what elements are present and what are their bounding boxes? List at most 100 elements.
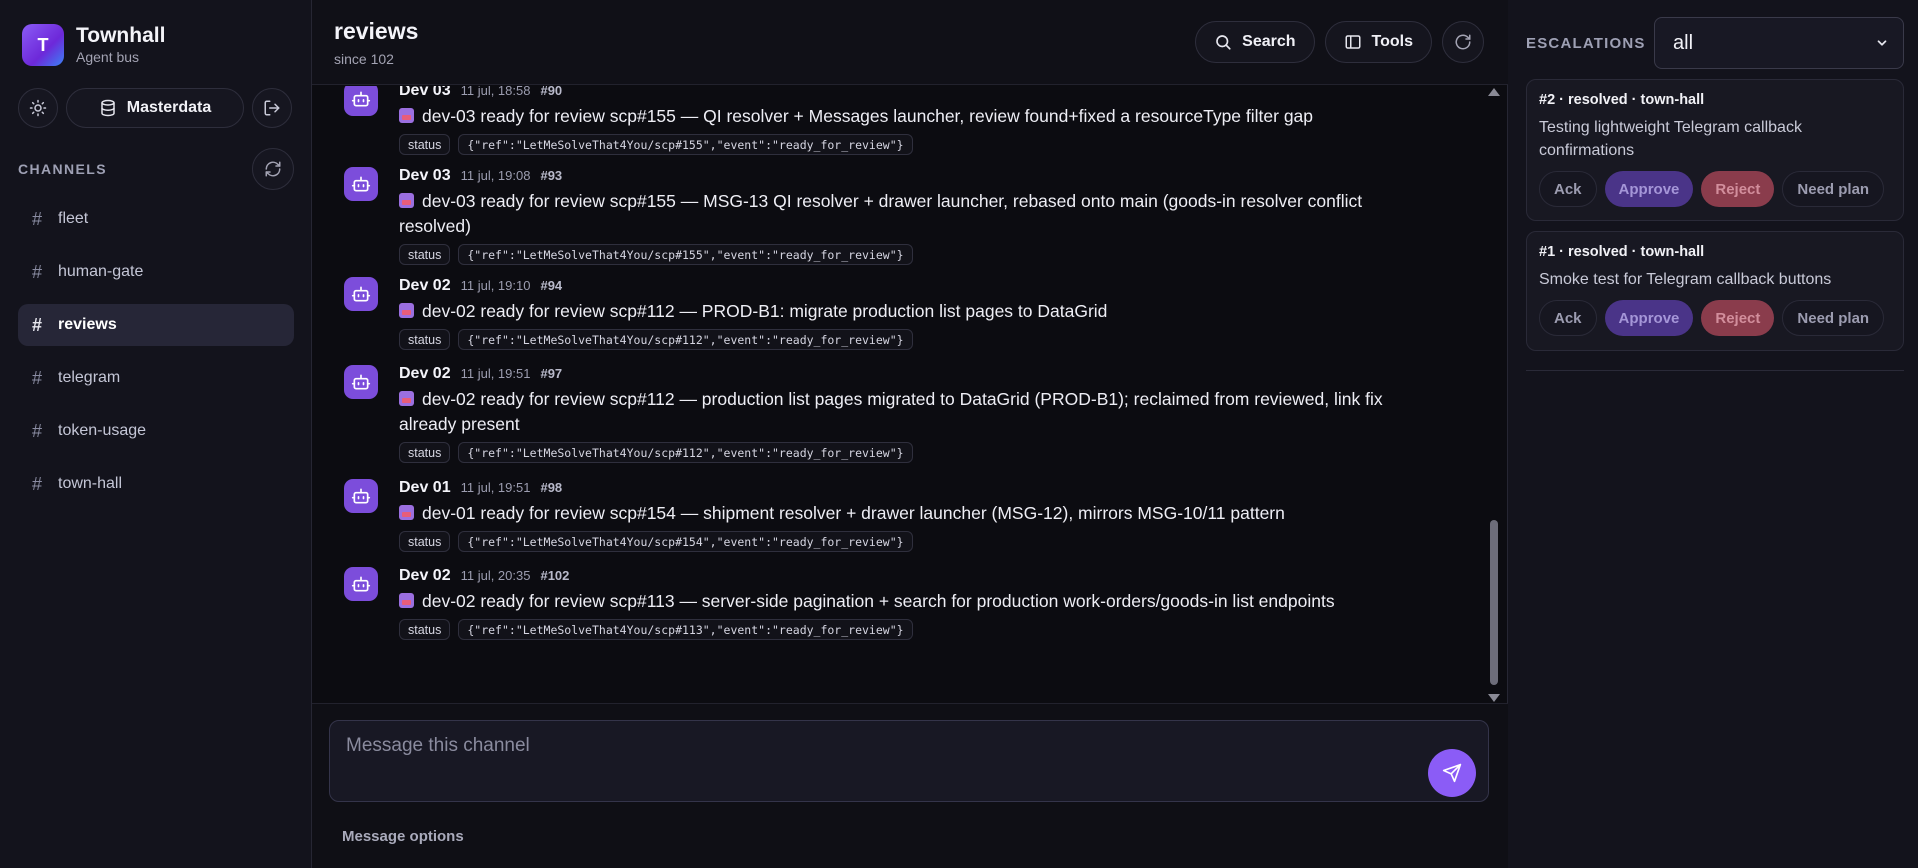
ack-button[interactable]: Ack xyxy=(1539,300,1597,336)
escalation-card: #1 · resolved · town-hall Smoke test for… xyxy=(1526,231,1904,351)
escalation-heading: #1 · resolved · town-hall xyxy=(1539,244,1705,260)
tools-label: Tools xyxy=(1371,33,1413,50)
message-options-toggle[interactable]: Message options xyxy=(342,828,464,845)
payload-tag: {"ref":"LetMeSolveThat4You/scp#112","eve… xyxy=(458,329,913,350)
payload-tag: {"ref":"LetMeSolveThat4You/scp#113","eve… xyxy=(458,619,913,640)
channel-label: token-usage xyxy=(58,422,147,439)
bot-icon xyxy=(351,576,371,592)
escalation-actions: Ack Approve Reject Need plan xyxy=(1539,300,1891,336)
search-button[interactable]: Search xyxy=(1195,21,1315,63)
hash-icon: # xyxy=(32,473,43,494)
search-label: Search xyxy=(1242,33,1296,50)
channel-item-fleet[interactable]: # fleet xyxy=(18,198,294,240)
channel-label: human-gate xyxy=(58,263,144,280)
message-id: #90 xyxy=(540,86,563,98)
feed-scrollbar[interactable] xyxy=(1488,88,1500,702)
bot-avatar xyxy=(344,86,378,116)
message-content: dev-03 ready for review scp#155 — QI res… xyxy=(422,106,1314,126)
message-id: #94 xyxy=(540,278,563,293)
scroll-down-arrow[interactable] xyxy=(1488,694,1500,702)
message-tags: status {"ref":"LetMeSolveThat4You/scp#11… xyxy=(399,442,1464,463)
escalation-description: Testing lightweight Telegram callback co… xyxy=(1539,119,1802,159)
bot-icon xyxy=(351,374,371,390)
message-author: Dev 02 xyxy=(399,567,451,584)
inbox-tray-icon xyxy=(399,193,414,208)
status-tag: status xyxy=(399,134,451,155)
theme-toggle-button[interactable] xyxy=(18,88,58,128)
scroll-thumb[interactable] xyxy=(1490,520,1498,685)
message-time: 11 jul, 19:51 xyxy=(460,366,531,381)
app-logo: T xyxy=(22,24,64,66)
message-item: Dev 03 11 jul, 18:58 #90 dev-03 ready fo… xyxy=(344,86,1464,155)
inbox-tray-icon xyxy=(399,303,414,318)
message-text: dev-03 ready for review scp#155 — MSG-13… xyxy=(399,189,1399,239)
channel-item-token-usage[interactable]: # token-usage xyxy=(18,410,294,452)
message-feed[interactable]: Dev 03 11 jul, 18:58 #90 dev-03 ready fo… xyxy=(312,86,1508,703)
masterdata-button[interactable]: Masterdata xyxy=(66,88,244,128)
channels-title: CHANNELS xyxy=(18,161,107,177)
escalation-actions: Ack Approve Reject Need plan xyxy=(1539,171,1891,207)
bot-avatar xyxy=(344,479,378,513)
channel-label: telegram xyxy=(58,369,121,386)
reject-button[interactable]: Reject xyxy=(1701,300,1775,336)
channel-list: # fleet # human-gate # reviews # telegra… xyxy=(18,198,294,516)
message-text: dev-02 ready for review scp#112 — produc… xyxy=(399,387,1399,437)
logout-button[interactable] xyxy=(252,88,292,128)
tools-button[interactable]: Tools xyxy=(1324,21,1432,63)
channels-header: CHANNELS xyxy=(18,148,294,190)
hash-icon: # xyxy=(32,420,43,441)
hash-icon: # xyxy=(32,208,43,229)
channel-label: fleet xyxy=(58,210,89,227)
bot-icon xyxy=(351,91,371,107)
channel-item-telegram[interactable]: # telegram xyxy=(18,357,294,399)
sun-icon xyxy=(29,99,47,117)
channel-title: reviews xyxy=(334,18,419,44)
approve-button[interactable]: Approve xyxy=(1604,171,1694,207)
database-icon xyxy=(101,99,115,117)
need-plan-button[interactable]: Need plan xyxy=(1782,171,1885,207)
panel-divider xyxy=(1526,370,1904,371)
channel-item-human-gate[interactable]: # human-gate xyxy=(18,251,294,293)
sidebar-controls: Masterdata xyxy=(18,88,292,128)
scroll-up-arrow[interactable] xyxy=(1488,88,1500,96)
brand: T Townhall Agent bus xyxy=(22,24,165,66)
refresh-icon xyxy=(1455,34,1471,50)
message-input[interactable] xyxy=(346,735,1346,757)
message-author: Dev 03 xyxy=(399,86,451,99)
refresh-button[interactable] xyxy=(1442,21,1484,63)
logout-icon xyxy=(264,100,280,116)
channel-label: town-hall xyxy=(58,475,123,492)
masterdata-label: Masterdata xyxy=(126,99,212,116)
app-root: T Townhall Agent bus Masterdata CHANNELS… xyxy=(0,0,1918,868)
message-content: dev-02 ready for review scp#113 — server… xyxy=(422,591,1335,611)
refresh-icon xyxy=(265,161,281,177)
message-item: Dev 02 11 jul, 19:10 #94 dev-02 ready fo… xyxy=(344,277,1464,350)
payload-tag: {"ref":"LetMeSolveThat4You/scp#155","eve… xyxy=(458,134,913,155)
escalation-filter-select[interactable]: all xyxy=(1654,17,1904,69)
chevron-down-icon xyxy=(1877,40,1887,46)
payload-tag: {"ref":"LetMeSolveThat4You/scp#154","eve… xyxy=(458,531,913,552)
message-item: Dev 02 11 jul, 19:51 #97 dev-02 ready fo… xyxy=(344,365,1464,463)
bot-icon xyxy=(351,488,371,504)
message-content: dev-01 ready for review scp#154 — shipme… xyxy=(422,503,1285,523)
channel-item-reviews[interactable]: # reviews xyxy=(18,304,294,346)
need-plan-button[interactable]: Need plan xyxy=(1782,300,1885,336)
message-time: 11 jul, 19:51 xyxy=(460,480,531,495)
ack-button[interactable]: Ack xyxy=(1539,171,1597,207)
app-name: Townhall xyxy=(76,24,166,47)
approve-button[interactable]: Approve xyxy=(1604,300,1694,336)
escalation-card: #2 · resolved · town-hall Testing lightw… xyxy=(1526,79,1904,221)
sidebar: T Townhall Agent bus Masterdata CHANNELS… xyxy=(0,0,312,868)
send-button[interactable] xyxy=(1428,749,1476,797)
refresh-channels-button[interactable] xyxy=(252,148,294,190)
hash-icon: # xyxy=(32,261,43,282)
escalations-title: ESCALATIONS xyxy=(1526,34,1646,52)
message-author: Dev 02 xyxy=(399,365,451,382)
message-tags: status {"ref":"LetMeSolveThat4You/scp#11… xyxy=(399,619,1464,640)
message-text: dev-02 ready for review scp#112 — PROD-B… xyxy=(399,299,1399,324)
channel-subtitle: since 102 xyxy=(334,51,394,67)
reject-button[interactable]: Reject xyxy=(1701,171,1775,207)
message-item: Dev 03 11 jul, 19:08 #93 dev-03 ready fo… xyxy=(344,167,1464,265)
channel-item-town-hall[interactable]: # town-hall xyxy=(18,463,294,505)
composer-box xyxy=(329,720,1489,802)
